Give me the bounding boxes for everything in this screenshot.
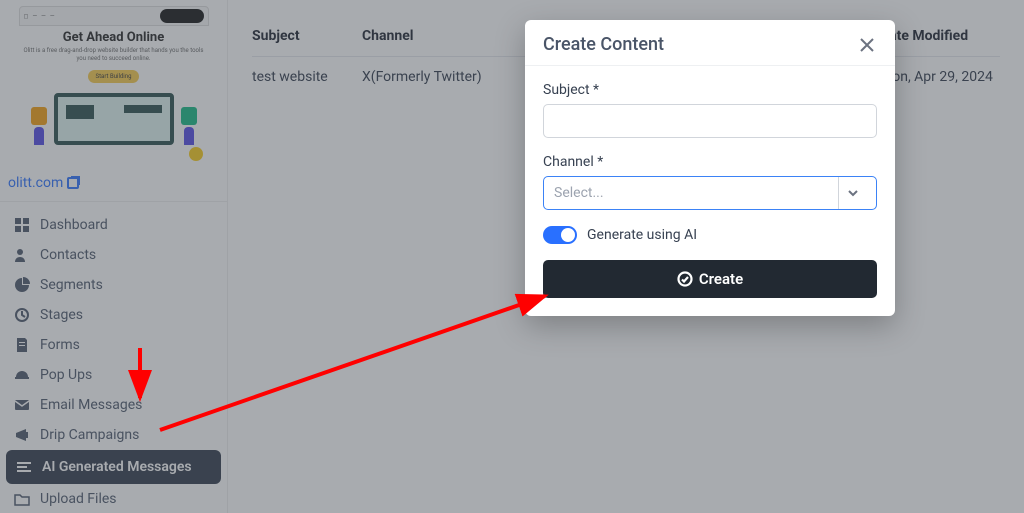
subject-input[interactable]	[543, 104, 877, 138]
channel-select[interactable]: Select...	[543, 176, 877, 210]
create-button-label: Create	[699, 270, 743, 288]
check-circle-icon	[677, 271, 693, 287]
chevron-down-icon	[838, 177, 866, 209]
generate-ai-toggle[interactable]	[543, 226, 577, 244]
generate-ai-label: Generate using AI	[587, 227, 697, 243]
create-button[interactable]: Create	[543, 260, 877, 298]
modal-title: Create Content	[543, 34, 664, 55]
close-icon[interactable]	[857, 35, 877, 55]
channel-label: Channel *	[543, 154, 877, 170]
create-content-modal: Create Content Subject * Channel * Selec…	[525, 20, 895, 316]
channel-placeholder: Select...	[554, 185, 604, 201]
subject-label: Subject *	[543, 82, 877, 98]
